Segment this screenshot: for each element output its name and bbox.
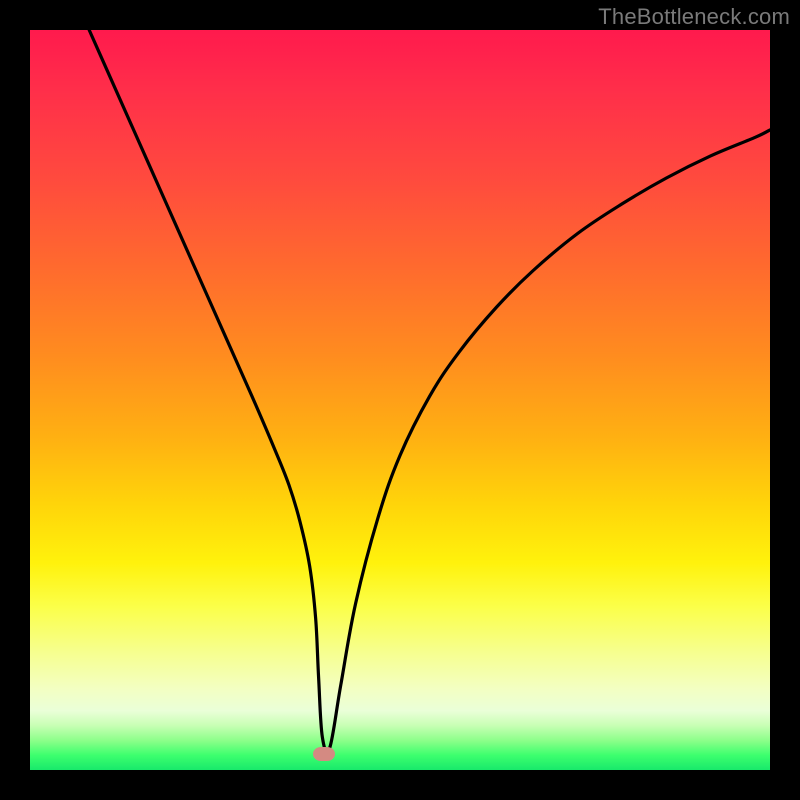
bottleneck-curve xyxy=(89,30,770,752)
chart-frame: TheBottleneck.com xyxy=(0,0,800,800)
optimal-marker xyxy=(313,747,335,761)
curve-svg xyxy=(30,30,770,770)
plot-area xyxy=(30,30,770,770)
attribution-text: TheBottleneck.com xyxy=(598,4,790,30)
